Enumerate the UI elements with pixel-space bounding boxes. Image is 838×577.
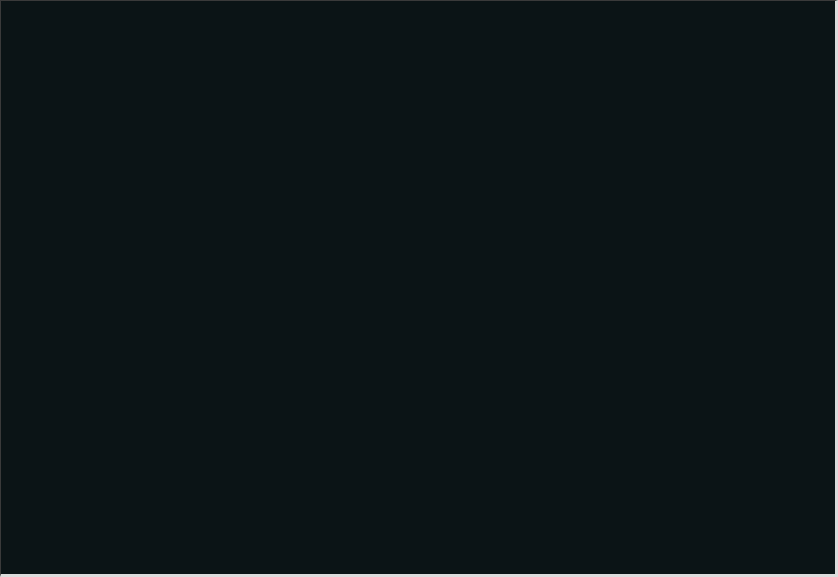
reddit-comment-thread-screenshot bbox=[0, 0, 838, 577]
